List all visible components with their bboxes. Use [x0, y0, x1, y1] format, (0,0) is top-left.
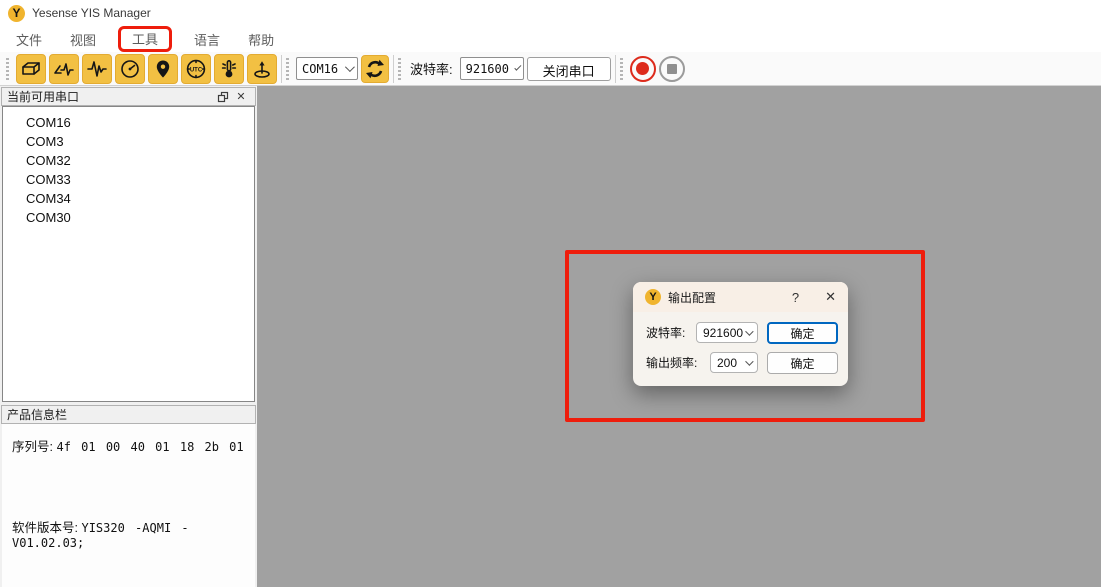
yesense-logo-icon: Y: [8, 5, 25, 22]
close-icon[interactable]: ✕: [825, 289, 836, 305]
output-frequency-select[interactable]: 200: [710, 352, 758, 373]
confirm-frequency-button[interactable]: 确定: [767, 352, 838, 374]
output-frequency-row: 输出频率: 200 确定: [633, 352, 848, 374]
menu-item-help[interactable]: 帮助: [242, 27, 280, 52]
port-list-item[interactable]: COM3: [3, 132, 254, 151]
chevron-down-icon: [745, 327, 753, 335]
thermometer-icon[interactable]: [214, 54, 244, 84]
output-frequency-label: 输出频率:: [646, 352, 697, 374]
close-serial-port-button[interactable]: 关闭串口: [527, 57, 611, 81]
baud-rate-select[interactable]: 921600: [696, 322, 758, 343]
ports-panel-title: 当前可用串口: [7, 88, 214, 105]
waveform-icon[interactable]: [82, 54, 112, 84]
port-list-item[interactable]: COM33: [3, 170, 254, 189]
attitude-waveform-icon[interactable]: [49, 54, 79, 84]
info-panel-header: 产品信息栏: [1, 405, 256, 424]
serial-number-value: 4f 01 00 40 01 18 2b 01: [56, 440, 243, 454]
menu-item-language[interactable]: 语言: [188, 27, 226, 52]
chevron-down-icon: [345, 62, 355, 72]
toolbar-drag-handle[interactable]: [620, 58, 623, 80]
app-window: Y Yesense YIS Manager 文件 视图 工具 语言 帮助: [0, 0, 1101, 587]
orientation-3d-icon[interactable]: [247, 54, 277, 84]
baud-rate-row: 波特率: 921600 确定: [633, 322, 848, 344]
toolbar: UTC COM16: [0, 52, 1101, 86]
stop-square-icon[interactable]: [659, 56, 685, 82]
title-bar: Y Yesense YIS Manager: [0, 0, 1101, 26]
baud-rate-label: 波特率:: [646, 322, 685, 344]
baud-rate-select[interactable]: 921600: [460, 57, 524, 80]
port-list-item[interactable]: COM32: [3, 151, 254, 170]
location-pin-icon[interactable]: [148, 54, 178, 84]
record-circle-icon[interactable]: [630, 56, 656, 82]
dialog-title-bar: Y 输出配置 ? ✕: [633, 282, 848, 312]
svg-text:UTC: UTC: [190, 67, 203, 73]
menu-item-file[interactable]: 文件: [10, 27, 48, 52]
confirm-baud-button[interactable]: 确定: [767, 322, 838, 344]
info-panel-title: 产品信息栏: [7, 406, 250, 423]
sync-arrows-icon[interactable]: [361, 55, 389, 83]
toolbar-group-port: COM16: [282, 52, 393, 85]
serial-number-label: 序列号:: [12, 440, 53, 454]
toolbar-group-views: UTC: [2, 52, 281, 85]
port-list-item[interactable]: COM16: [3, 113, 254, 132]
utc-clock-icon[interactable]: UTC: [181, 54, 211, 84]
yesense-logo-icon: Y: [645, 289, 661, 305]
content-area: 当前可用串口 ✕ COM16 COM3 COM32 COM33 COM34 CO…: [0, 86, 1101, 587]
chevron-down-icon: [514, 64, 521, 71]
software-version-label: 软件版本号:: [12, 521, 78, 535]
com-port-select[interactable]: COM16: [296, 57, 358, 80]
toolbar-drag-handle[interactable]: [398, 58, 401, 80]
serial-port-list: COM16 COM3 COM32 COM33 COM34 COM30: [2, 106, 255, 402]
toolbar-group-baud: 波特率: 921600 关闭串口: [394, 52, 615, 85]
software-version-row: 软件版本号: YIS320 -AQMI -V01.02.03;: [12, 517, 255, 550]
ports-panel-header: 当前可用串口 ✕: [1, 87, 256, 106]
toolbar-drag-handle[interactable]: [286, 58, 289, 80]
chevron-down-icon: [745, 357, 753, 365]
window-title: Yesense YIS Manager: [32, 6, 151, 20]
product-info-area: 序列号: 4f 01 00 40 01 18 2b 01 软件版本号: YIS3…: [2, 424, 255, 587]
help-icon[interactable]: ?: [792, 290, 799, 305]
record-dot: [636, 62, 649, 75]
baud-rate-label: 波特率:: [410, 59, 453, 78]
float-window-icon[interactable]: [214, 89, 232, 105]
port-list-item[interactable]: COM34: [3, 189, 254, 208]
close-icon[interactable]: ✕: [232, 89, 250, 105]
left-dock-panel: 当前可用串口 ✕ COM16 COM3 COM32 COM33 COM34 CO…: [0, 86, 257, 587]
menu-item-view[interactable]: 视图: [64, 27, 102, 52]
toolbar-drag-handle[interactable]: [6, 58, 9, 80]
dialog-title: 输出配置: [668, 289, 792, 306]
annotation-box-tools-menu: 工具: [118, 26, 172, 52]
3d-box-icon[interactable]: [16, 54, 46, 84]
stop-square: [667, 64, 677, 74]
menu-bar: 文件 视图 工具 语言 帮助: [0, 26, 1101, 52]
toolbar-group-record: [616, 52, 689, 85]
gauge-icon[interactable]: [115, 54, 145, 84]
port-list-item[interactable]: COM30: [3, 208, 254, 227]
menu-item-tools[interactable]: 工具: [126, 29, 164, 50]
output-config-dialog: Y 输出配置 ? ✕ 波特率: 921600 确定 输出频率: 200 确定: [633, 282, 848, 386]
serial-number-row: 序列号: 4f 01 00 40 01 18 2b 01: [12, 436, 255, 455]
